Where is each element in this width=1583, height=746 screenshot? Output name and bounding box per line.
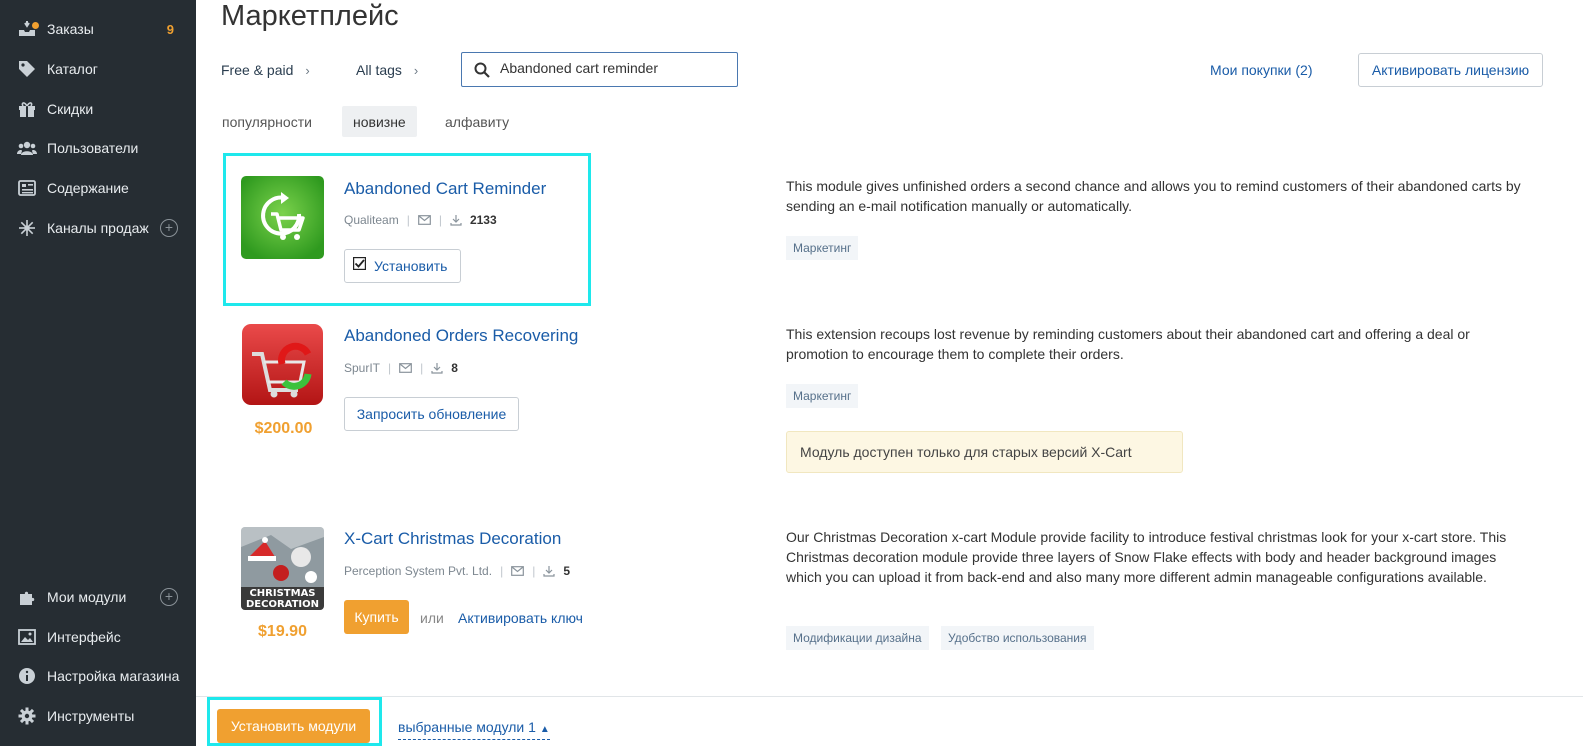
sidebar-item-label: Настройка магазина [47,668,180,684]
puzzle-icon [17,587,37,607]
orders-count-badge: 9 [166,21,174,37]
notification-dot [32,22,39,29]
price-filter[interactable]: Free & paid › [221,62,310,78]
separator: | [388,361,392,375]
content-icon [17,178,37,198]
download-count: 8 [451,361,458,375]
chevron-right-icon: › [413,63,419,78]
sidebar-item-catalog[interactable]: Каталог [0,49,196,89]
install-button-label: Установить [374,258,448,274]
checkbox-checked-icon[interactable] [353,256,366,270]
channels-icon [17,218,37,238]
version-warning: Модуль доступен только для старых версий… [786,431,1183,473]
activate-license-button[interactable]: Активировать лицензию [1358,53,1543,87]
sidebar-item-interface[interactable]: Интерфейс [0,617,196,657]
module-price: $200.00 [254,420,313,437]
thumbnail-caption: CHRISTMAS DECORATION [245,587,320,610]
sidebar-item-label: Инструменты [47,708,135,724]
gift-icon [17,99,37,119]
selected-modules-toggle[interactable]: выбранные модули 1 ▲ [398,718,550,740]
gear-icon [17,706,37,726]
tag-icon [17,59,37,79]
download-count: 2133 [469,213,497,227]
caret-up-icon: ▲ [539,724,550,735]
buy-button[interactable]: Купить [344,600,409,634]
search-box [461,52,738,87]
search-icon [474,62,490,78]
install-modules-button[interactable]: Установить модули [217,709,370,743]
module-meta: Qualiteam | | 2133 [344,213,497,227]
tag-marketing[interactable]: Маркетинг [786,236,859,260]
sidebar-item-tools[interactable]: Инструменты [0,696,196,736]
separator: | [500,564,504,578]
download-icon [543,566,555,577]
add-channel-plus-icon[interactable]: + [160,219,178,237]
mail-icon[interactable] [417,215,431,225]
sidebar-item-content[interactable]: Содержание [0,168,196,208]
module-description: This extension recoups lost revenue by r… [786,326,1470,362]
mail-icon[interactable] [511,566,525,576]
separator: | [532,564,536,578]
module-description: Our Christmas Decoration x-cart Module p… [786,529,1507,585]
sidebar: Заказы 9 Каталог Скидки Пользователи Сод… [0,0,196,746]
request-update-button[interactable]: Запросить обновление [344,397,519,431]
sidebar-item-label: Скидки [47,101,94,117]
search-input[interactable] [500,60,730,76]
download-icon [450,215,462,226]
module-title[interactable]: Abandoned Cart Reminder [344,179,546,199]
separator: | [438,213,442,227]
page-title: Маркетплейс [221,0,399,32]
price-filter-label: Free & paid [221,62,294,78]
download-icon [431,363,443,374]
module-price: $19.90 [258,623,307,640]
my-purchases-link[interactable]: Мои покупки (2) [1210,62,1313,78]
tag-usability[interactable]: Удобство использования [941,626,1094,650]
mail-icon[interactable] [399,363,413,373]
sidebar-item-my-modules[interactable]: Мои модули + [0,577,196,617]
sidebar-item-discounts[interactable]: Скидки [0,89,196,129]
tags-filter[interactable]: All tags › [356,62,418,78]
separator: | [420,361,424,375]
sidebar-item-label: Мои модули [47,589,127,605]
sidebar-item-store-settings[interactable]: Настройка магазина [0,656,196,696]
chevron-right-icon: › [305,63,310,78]
sidebar-item-sales-channels[interactable]: Каналы продаж + [0,208,196,248]
download-count: 5 [563,564,571,578]
module-thumbnail[interactable] [242,324,323,405]
sidebar-item-label: Содержание [47,180,129,196]
module-title[interactable]: X-Cart Christmas Decoration [344,529,561,549]
image-icon [17,627,37,647]
vendor-name: SpurIT [344,361,381,375]
sort-popularity[interactable]: популярности [211,106,323,137]
module-thumbnail[interactable]: CHRISTMAS DECORATION [241,527,324,610]
module-description: This module gives unfinished orders a se… [786,178,1521,214]
selected-modules-label: выбранные модули 1 [398,719,536,735]
sidebar-item-label: Пользователи [47,140,139,156]
separator: | [406,213,410,227]
module-thumbnail[interactable] [241,176,324,259]
tags-filter-label: All tags [356,62,402,78]
sidebar-item-users[interactable]: Пользователи [0,128,196,168]
sidebar-item-label: Каналы продаж [47,220,149,236]
module-meta: SpurIT | | 8 [344,361,458,375]
vendor-name: Qualiteam [344,213,399,227]
sort-newest[interactable]: новизне [342,106,417,137]
tag-marketing[interactable]: Маркетинг [786,384,859,408]
tag-design-mods[interactable]: Модификации дизайна [786,626,929,650]
sidebar-item-label: Каталог [47,61,98,77]
add-module-plus-icon[interactable]: + [160,588,178,606]
module-title[interactable]: Abandoned Orders Recovering [344,326,578,346]
activate-key-link[interactable]: Активировать ключ [458,610,583,626]
sidebar-item-label: Интерфейс [47,629,121,645]
install-button[interactable]: Установить [344,249,461,283]
main-content: Маркетплейс Free & paid › All tags › Мои п… [196,0,1583,746]
sidebar-item-orders[interactable]: Заказы 9 [0,9,196,49]
vendor-name: Perception System Pvt. Ltd. [344,564,493,578]
or-text: или [420,610,444,626]
module-meta: Perception System Pvt. Ltd. | | 5 [344,564,570,578]
info-icon [17,666,37,686]
sort-alphabet[interactable]: алфавиту [434,106,520,137]
users-icon [17,138,37,158]
sidebar-item-label: Заказы [47,21,94,37]
